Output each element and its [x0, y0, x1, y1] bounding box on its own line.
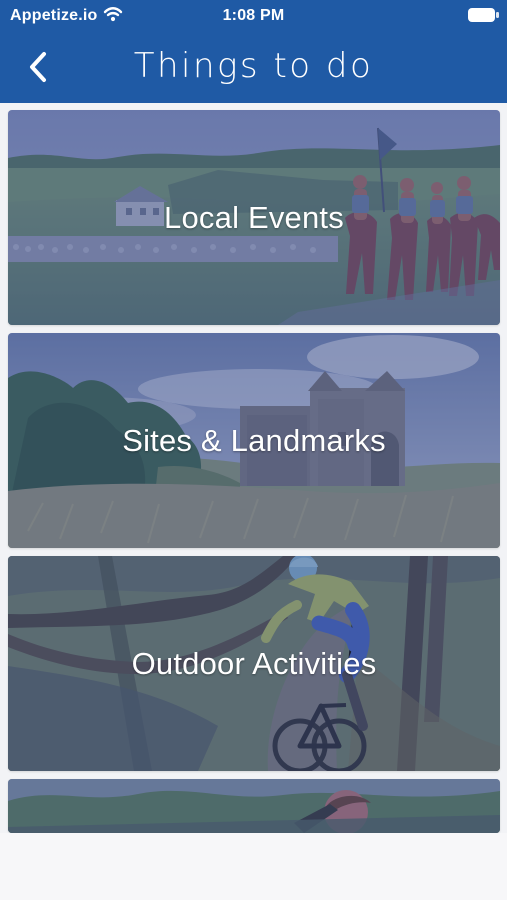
page-title: Things to do	[133, 46, 374, 86]
local-events-image	[8, 110, 500, 325]
outdoor-activities-card[interactable]: Outdoor Activities	[8, 556, 500, 771]
status-bar: Appetize.io 1:08 PM	[0, 0, 507, 30]
things-to-do-screen: Appetize.io 1:08 PM Things to do Local E…	[0, 0, 507, 900]
app-header: Appetize.io 1:08 PM Things to do	[0, 0, 507, 103]
additional-activity-image	[8, 779, 500, 833]
activity-list: Local Events Sites & Landmarks Outdoor A…	[0, 103, 507, 833]
additional-activity-card[interactable]	[8, 779, 500, 833]
battery-icon	[468, 8, 499, 22]
sites-landmarks-card[interactable]: Sites & Landmarks	[8, 333, 500, 548]
status-time: 1:08 PM	[222, 7, 285, 24]
local-events-card[interactable]: Local Events	[8, 110, 500, 325]
outdoor-activities-image	[8, 556, 500, 771]
navigation-bar: Things to do	[0, 32, 507, 103]
bottom-safe-area	[0, 833, 507, 900]
sites-landmarks-image	[8, 333, 500, 548]
